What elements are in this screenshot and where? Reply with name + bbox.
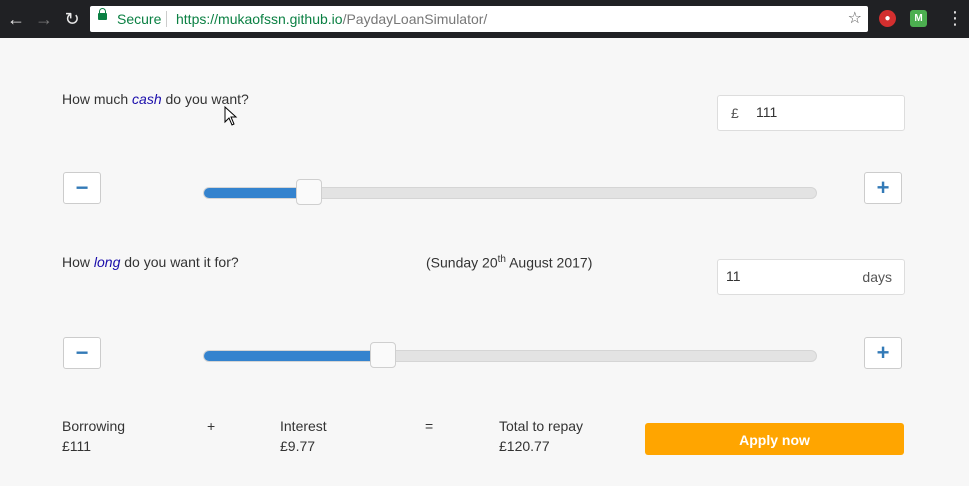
cash-amount-input[interactable]	[756, 97, 896, 127]
duration-decrease-button[interactable]: −	[63, 337, 101, 369]
duration-question: How long do you want it for?	[62, 254, 239, 270]
star-icon[interactable]: ☆	[848, 6, 862, 32]
cash-question-emphasis: cash	[132, 91, 162, 107]
repayment-date: (Sunday 20th August 2017)	[426, 254, 592, 271]
repayment-date-post: August 2017)	[505, 254, 593, 271]
duration-days-input[interactable]	[726, 261, 846, 291]
cash-slider-handle[interactable]	[296, 179, 322, 205]
duration-question-emphasis: long	[93, 254, 121, 270]
days-unit-label: days	[862, 269, 892, 285]
menu-dots-icon[interactable]: ⋮	[946, 8, 964, 28]
url-path: /PaydayLoanSimulator/	[342, 11, 488, 27]
duration-input-group: days	[717, 259, 905, 295]
interest-label: Interest	[280, 418, 327, 434]
cash-question: How much cash do you want?	[62, 91, 249, 107]
currency-symbol: £	[731, 105, 739, 121]
cash-question-pre: How much	[62, 91, 133, 107]
url-text[interactable]: https://mukaofssn.github.io/PaydayLoanSi…	[176, 6, 487, 32]
total-label: Total to repay	[499, 418, 584, 434]
duration-slider-handle[interactable]	[370, 342, 396, 368]
duration-question-pre: How	[62, 254, 94, 270]
duration-slider[interactable]	[203, 342, 817, 368]
cash-question-post: do you want?	[161, 91, 249, 107]
extension-shield-icon[interactable]: ●	[879, 10, 896, 27]
cash-input-group: £	[717, 95, 905, 131]
duration-question-post: do you want it for?	[120, 254, 239, 270]
mouse-cursor-icon	[224, 106, 238, 126]
url-scheme: https://	[176, 11, 219, 27]
url-host: mukaofssn.github.io	[218, 11, 343, 27]
omnibox-separator	[166, 11, 167, 27]
plus-sign: +	[207, 418, 216, 434]
duration-increase-button[interactable]: +	[864, 337, 902, 369]
reload-icon[interactable]: ↻	[62, 9, 82, 29]
interest-value: £9.77	[280, 438, 316, 454]
extension-m-icon[interactable]: M	[910, 10, 927, 27]
equals-sign: =	[425, 418, 434, 434]
borrowing-label: Borrowing	[62, 418, 126, 434]
cash-increase-button[interactable]: +	[864, 172, 902, 204]
cash-slider-fill	[204, 188, 309, 198]
address-bar[interactable]: Secure https://mukaofssn.github.io/Payda…	[90, 6, 868, 32]
cash-slider[interactable]	[203, 179, 817, 205]
cash-decrease-button[interactable]: −	[63, 172, 101, 204]
borrowing-value: £111	[62, 438, 92, 454]
duration-slider-fill	[204, 351, 383, 361]
lock-icon	[98, 8, 107, 20]
apply-now-button[interactable]: Apply now	[645, 423, 904, 455]
repayment-date-pre: (Sunday 20	[426, 254, 498, 271]
total-value: £120.77	[499, 438, 550, 454]
back-arrow-icon[interactable]: ←	[6, 9, 26, 29]
repayment-date-suffix: th	[497, 254, 506, 265]
forward-arrow-icon[interactable]: →	[34, 9, 54, 29]
secure-label: Secure	[117, 11, 162, 27]
browser-toolbar: ← → ↻ Secure https://mukaofssn.github.io…	[0, 0, 969, 38]
